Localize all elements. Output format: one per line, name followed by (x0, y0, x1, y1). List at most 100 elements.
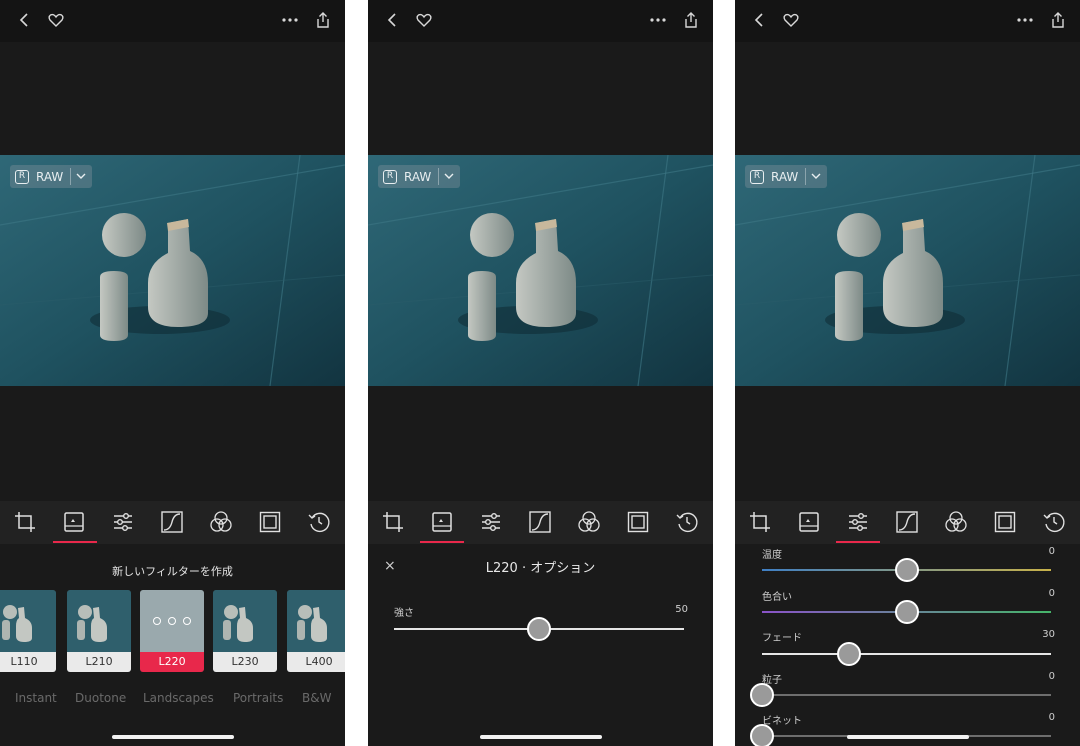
back-chevron-icon[interactable] (750, 10, 770, 30)
tint-slider-knob[interactable] (894, 600, 919, 624)
screen-adjust: R RAW 温度 0 色合い 0 フェード 30 粒子 0 ビネット 0 (735, 0, 1080, 746)
raw-label: RAW (404, 169, 432, 184)
category-duotone[interactable]: Duotone (75, 691, 126, 705)
share-icon[interactable] (313, 10, 333, 30)
filter-thumb-l110[interactable]: L110 (0, 590, 56, 672)
category-portraits[interactable]: Portraits (233, 691, 283, 705)
history-icon[interactable] (1042, 510, 1066, 534)
top-bar (0, 0, 345, 42)
curve-icon[interactable] (160, 510, 184, 534)
raw-file-icon: R (383, 169, 397, 184)
filter-label: L230 (213, 652, 277, 672)
top-bar (735, 0, 1080, 42)
raw-divider (805, 168, 806, 185)
filter-label: L210 (67, 652, 131, 672)
crop-icon[interactable] (13, 510, 37, 534)
home-indicator (112, 735, 234, 739)
filter-thumb-l220[interactable]: L220 (140, 590, 204, 672)
raw-label: RAW (36, 169, 64, 184)
category-instant[interactable]: Instant (15, 691, 57, 705)
fade-value: 30 (1042, 629, 1055, 640)
chevron-down-icon[interactable] (74, 169, 88, 183)
filter-preview (213, 590, 277, 652)
chevron-down-icon[interactable] (809, 169, 823, 183)
create-filter-title[interactable]: 新しいフィルターを作成 (0, 563, 345, 579)
edit-toolbar (368, 501, 713, 544)
history-icon[interactable] (307, 510, 331, 534)
filter-thumb-l400[interactable]: L400 (287, 590, 345, 672)
color-mix-icon[interactable] (577, 510, 601, 534)
frame-icon[interactable] (993, 510, 1017, 534)
category-landscapes[interactable]: Landscapes (143, 691, 214, 705)
raw-divider (70, 168, 71, 185)
heart-icon[interactable] (781, 10, 801, 30)
filter-label: L400 (287, 652, 345, 672)
more-icon[interactable] (280, 10, 300, 30)
share-icon[interactable] (681, 10, 701, 30)
grain-track[interactable] (762, 694, 1051, 696)
photo-preview[interactable] (368, 155, 713, 386)
strength-label: 強さ (394, 608, 414, 619)
temperature-slider-knob[interactable] (894, 558, 919, 582)
heart-icon[interactable] (46, 10, 66, 30)
active-tool-indicator (420, 541, 464, 543)
adjust-sliders-icon[interactable] (846, 510, 870, 534)
filter-icon[interactable] (430, 510, 454, 534)
screen-filters: R RAW 新しいフィルターを作成 L110 L210 L220 L230 L4… (0, 0, 345, 746)
active-tool-indicator (836, 541, 880, 543)
more-icon[interactable] (648, 10, 668, 30)
adjust-sliders-icon[interactable] (479, 510, 503, 534)
filter-preview (67, 590, 131, 652)
filter-icon[interactable] (62, 510, 86, 534)
color-mix-icon[interactable] (944, 510, 968, 534)
edit-toolbar (0, 501, 345, 544)
vignette-slider-knob[interactable] (750, 724, 774, 746)
raw-badge[interactable]: R RAW (378, 165, 460, 188)
photo-preview[interactable] (735, 155, 1080, 386)
back-chevron-icon[interactable] (15, 10, 35, 30)
filter-preview (287, 590, 345, 652)
options-title: L220 · オプション (485, 561, 596, 576)
filter-preview (140, 590, 204, 652)
filter-thumb-l210[interactable]: L210 (67, 590, 131, 672)
edit-toolbar (735, 501, 1080, 544)
crop-icon[interactable] (381, 510, 405, 534)
curve-icon[interactable] (895, 510, 919, 534)
adjust-sliders-icon[interactable] (111, 510, 135, 534)
grain-slider-knob[interactable] (750, 683, 774, 707)
home-indicator (847, 735, 969, 739)
active-tool-indicator (53, 541, 97, 543)
frame-icon[interactable] (626, 510, 650, 534)
filter-icon[interactable] (797, 510, 821, 534)
back-chevron-icon[interactable] (383, 10, 403, 30)
filter-options-icon[interactable] (153, 617, 191, 625)
filter-thumb-l230[interactable]: L230 (213, 590, 277, 672)
home-indicator (480, 735, 602, 739)
fade-track[interactable] (762, 653, 1051, 655)
photo-preview[interactable] (0, 155, 345, 386)
color-mix-icon[interactable] (209, 510, 233, 534)
screen-filter-options: R RAW × L220 · オプション 強さ 50 (368, 0, 713, 746)
curve-icon[interactable] (528, 510, 552, 534)
category-bw[interactable]: B&W (302, 691, 331, 705)
filter-label: L220 (140, 652, 204, 672)
raw-file-icon: R (15, 169, 29, 184)
history-icon[interactable] (675, 510, 699, 534)
filter-preview (0, 590, 56, 652)
fade-slider-knob[interactable] (836, 642, 861, 666)
share-icon[interactable] (1048, 10, 1068, 30)
crop-icon[interactable] (748, 510, 772, 534)
tint-value: 0 (1048, 588, 1055, 599)
frame-icon[interactable] (258, 510, 282, 534)
raw-badge[interactable]: R RAW (10, 165, 92, 188)
chevron-down-icon[interactable] (442, 169, 456, 183)
strength-slider-knob[interactable] (527, 617, 551, 641)
top-bar (368, 0, 713, 42)
more-icon[interactable] (1015, 10, 1035, 30)
raw-badge[interactable]: R RAW (745, 165, 827, 188)
raw-file-icon: R (750, 169, 764, 184)
raw-divider (438, 168, 439, 185)
vignette-value: 0 (1048, 712, 1055, 723)
filter-label: L110 (0, 652, 56, 672)
heart-icon[interactable] (414, 10, 434, 30)
